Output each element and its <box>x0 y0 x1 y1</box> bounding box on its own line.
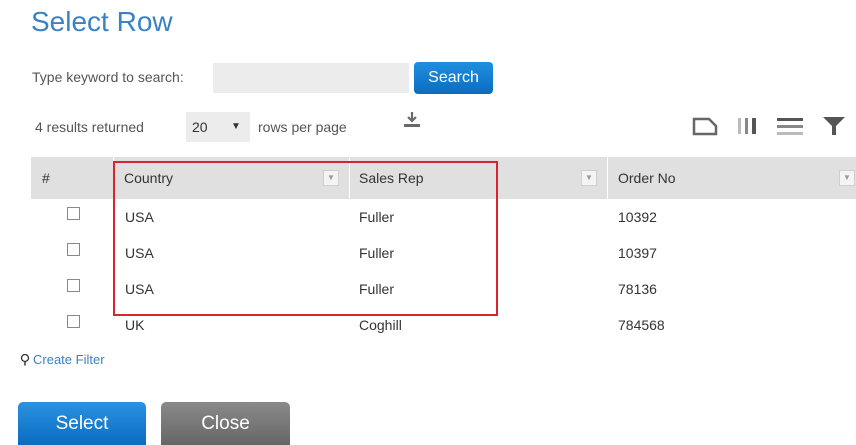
cell-sales-rep: Fuller <box>359 281 395 297</box>
rows-per-page-label: rows per page <box>258 119 347 135</box>
cell-order-no: 784568 <box>618 317 665 333</box>
column-header-number: # <box>42 170 50 186</box>
cell-country: UK <box>125 317 145 333</box>
cell-order-no: 10397 <box>618 245 657 261</box>
filter-icon[interactable] <box>822 116 846 136</box>
cell-order-no: 10392 <box>618 209 657 225</box>
row-checkbox[interactable] <box>67 207 80 220</box>
column-menu-icon[interactable]: ▼ <box>323 170 339 186</box>
cell-sales-rep: Coghill <box>359 317 402 333</box>
row-checkbox[interactable] <box>67 279 80 292</box>
column-menu-icon[interactable]: ▼ <box>581 170 597 186</box>
rows-icon[interactable] <box>777 116 803 136</box>
select-button[interactable]: Select <box>18 402 146 445</box>
search-label: Type keyword to search: <box>32 69 184 85</box>
table-row[interactable]: USA Fuller 10392 <box>31 199 856 235</box>
cell-order-no: 78136 <box>618 281 657 297</box>
search-input[interactable] <box>213 63 409 93</box>
table-row[interactable]: USA Fuller 78136 <box>31 271 856 307</box>
search-button[interactable]: Search <box>414 62 493 94</box>
row-checkbox[interactable] <box>67 315 80 328</box>
page-title: Select Row <box>31 6 173 37</box>
column-header-country[interactable]: Country <box>124 157 173 199</box>
grid-header: # Country ▼ Sales Rep ▼ Order No ▼ <box>31 157 856 199</box>
chevron-down-icon: ▼ <box>231 121 241 132</box>
cell-sales-rep: Fuller <box>359 245 395 261</box>
cell-sales-rep: Fuller <box>359 209 395 225</box>
column-menu-icon[interactable]: ▼ <box>839 170 855 186</box>
row-checkbox[interactable] <box>67 243 80 256</box>
download-icon[interactable] <box>402 110 422 130</box>
cell-country: USA <box>125 281 154 297</box>
results-count: 4 results returned <box>35 119 144 135</box>
rows-per-page-value: 20 <box>192 119 208 135</box>
layout-icon[interactable] <box>692 116 718 136</box>
column-header-sales-rep[interactable]: Sales Rep <box>359 157 424 199</box>
create-filter-link[interactable]: Create Filter <box>20 352 105 367</box>
rows-per-page-select[interactable]: 20 ▼ <box>186 112 250 142</box>
close-button[interactable]: Close <box>161 402 290 445</box>
filter-pin-icon <box>20 354 30 366</box>
column-header-order-no[interactable]: Order No <box>618 157 676 199</box>
table-row[interactable]: USA Fuller 10397 <box>31 235 856 271</box>
cell-country: USA <box>125 245 154 261</box>
columns-icon[interactable] <box>737 116 763 136</box>
table-row[interactable]: UK Coghill 784568 <box>31 307 856 343</box>
create-filter-label: Create Filter <box>33 352 105 367</box>
cell-country: USA <box>125 209 154 225</box>
